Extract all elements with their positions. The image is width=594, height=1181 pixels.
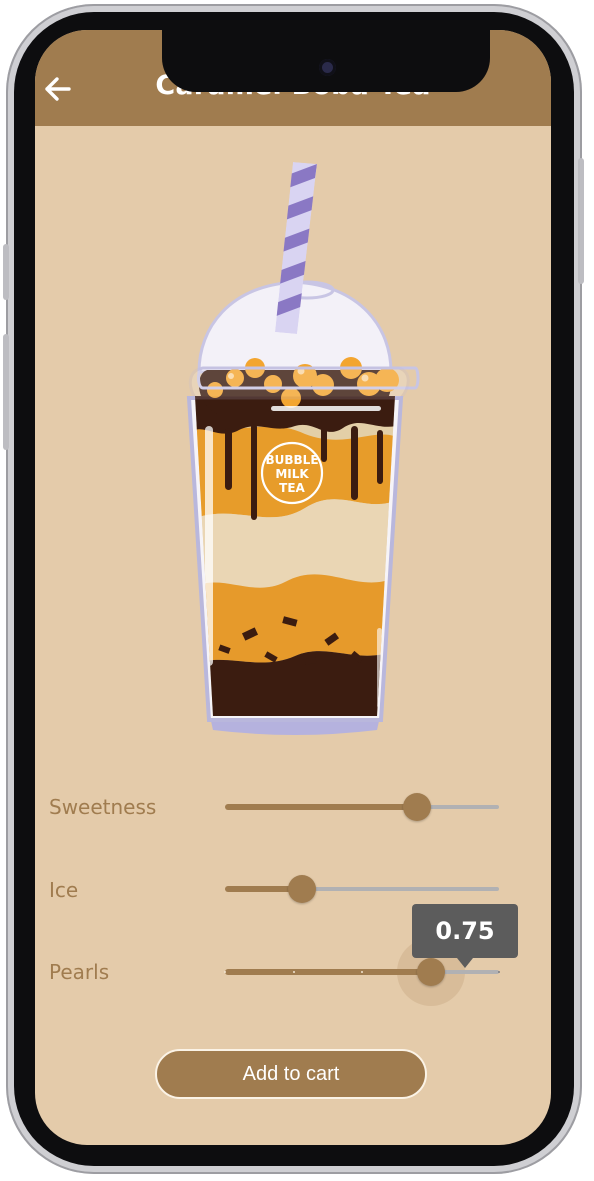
add-to-cart-button[interactable]: Add to cart xyxy=(155,1049,427,1099)
app-screen: Caramel Boba Tea xyxy=(35,30,551,1145)
sweetness-slider[interactable] xyxy=(225,787,499,827)
sweetness-slider-thumb[interactable] xyxy=(403,793,431,821)
volume-up-button xyxy=(3,244,9,300)
pearls-slider-tick xyxy=(361,971,363,973)
sweetness-label: Sweetness xyxy=(49,795,157,819)
cup-logo-line-2: MILK xyxy=(275,467,309,481)
pearls-slider-tick xyxy=(224,971,226,973)
ice-slider-inactive-track xyxy=(302,887,499,891)
cup-logo-line-1: BUBBLE xyxy=(265,453,318,467)
front-camera xyxy=(319,59,336,76)
pearls-slider-thumb[interactable] xyxy=(417,958,445,986)
pearls-slider-tick xyxy=(498,971,500,973)
pearls-slider-active-track xyxy=(225,969,431,975)
ice-slider-thumb[interactable] xyxy=(288,875,316,903)
ice-label: Ice xyxy=(49,878,79,902)
pearls-label: Pearls xyxy=(49,960,110,984)
sweetness-slider-active-track xyxy=(225,804,417,810)
cup-logo-line-3: TEA xyxy=(279,481,305,495)
power-button xyxy=(578,158,584,284)
volume-down-button xyxy=(3,334,9,450)
boba-cup-illustration: BUBBLE MILK TEA xyxy=(186,162,420,735)
value-tooltip-arrow xyxy=(457,958,473,968)
value-tooltip: 0.75 xyxy=(412,904,518,958)
ice-slider[interactable] xyxy=(225,869,499,909)
pearls-slider-tick xyxy=(293,971,295,973)
